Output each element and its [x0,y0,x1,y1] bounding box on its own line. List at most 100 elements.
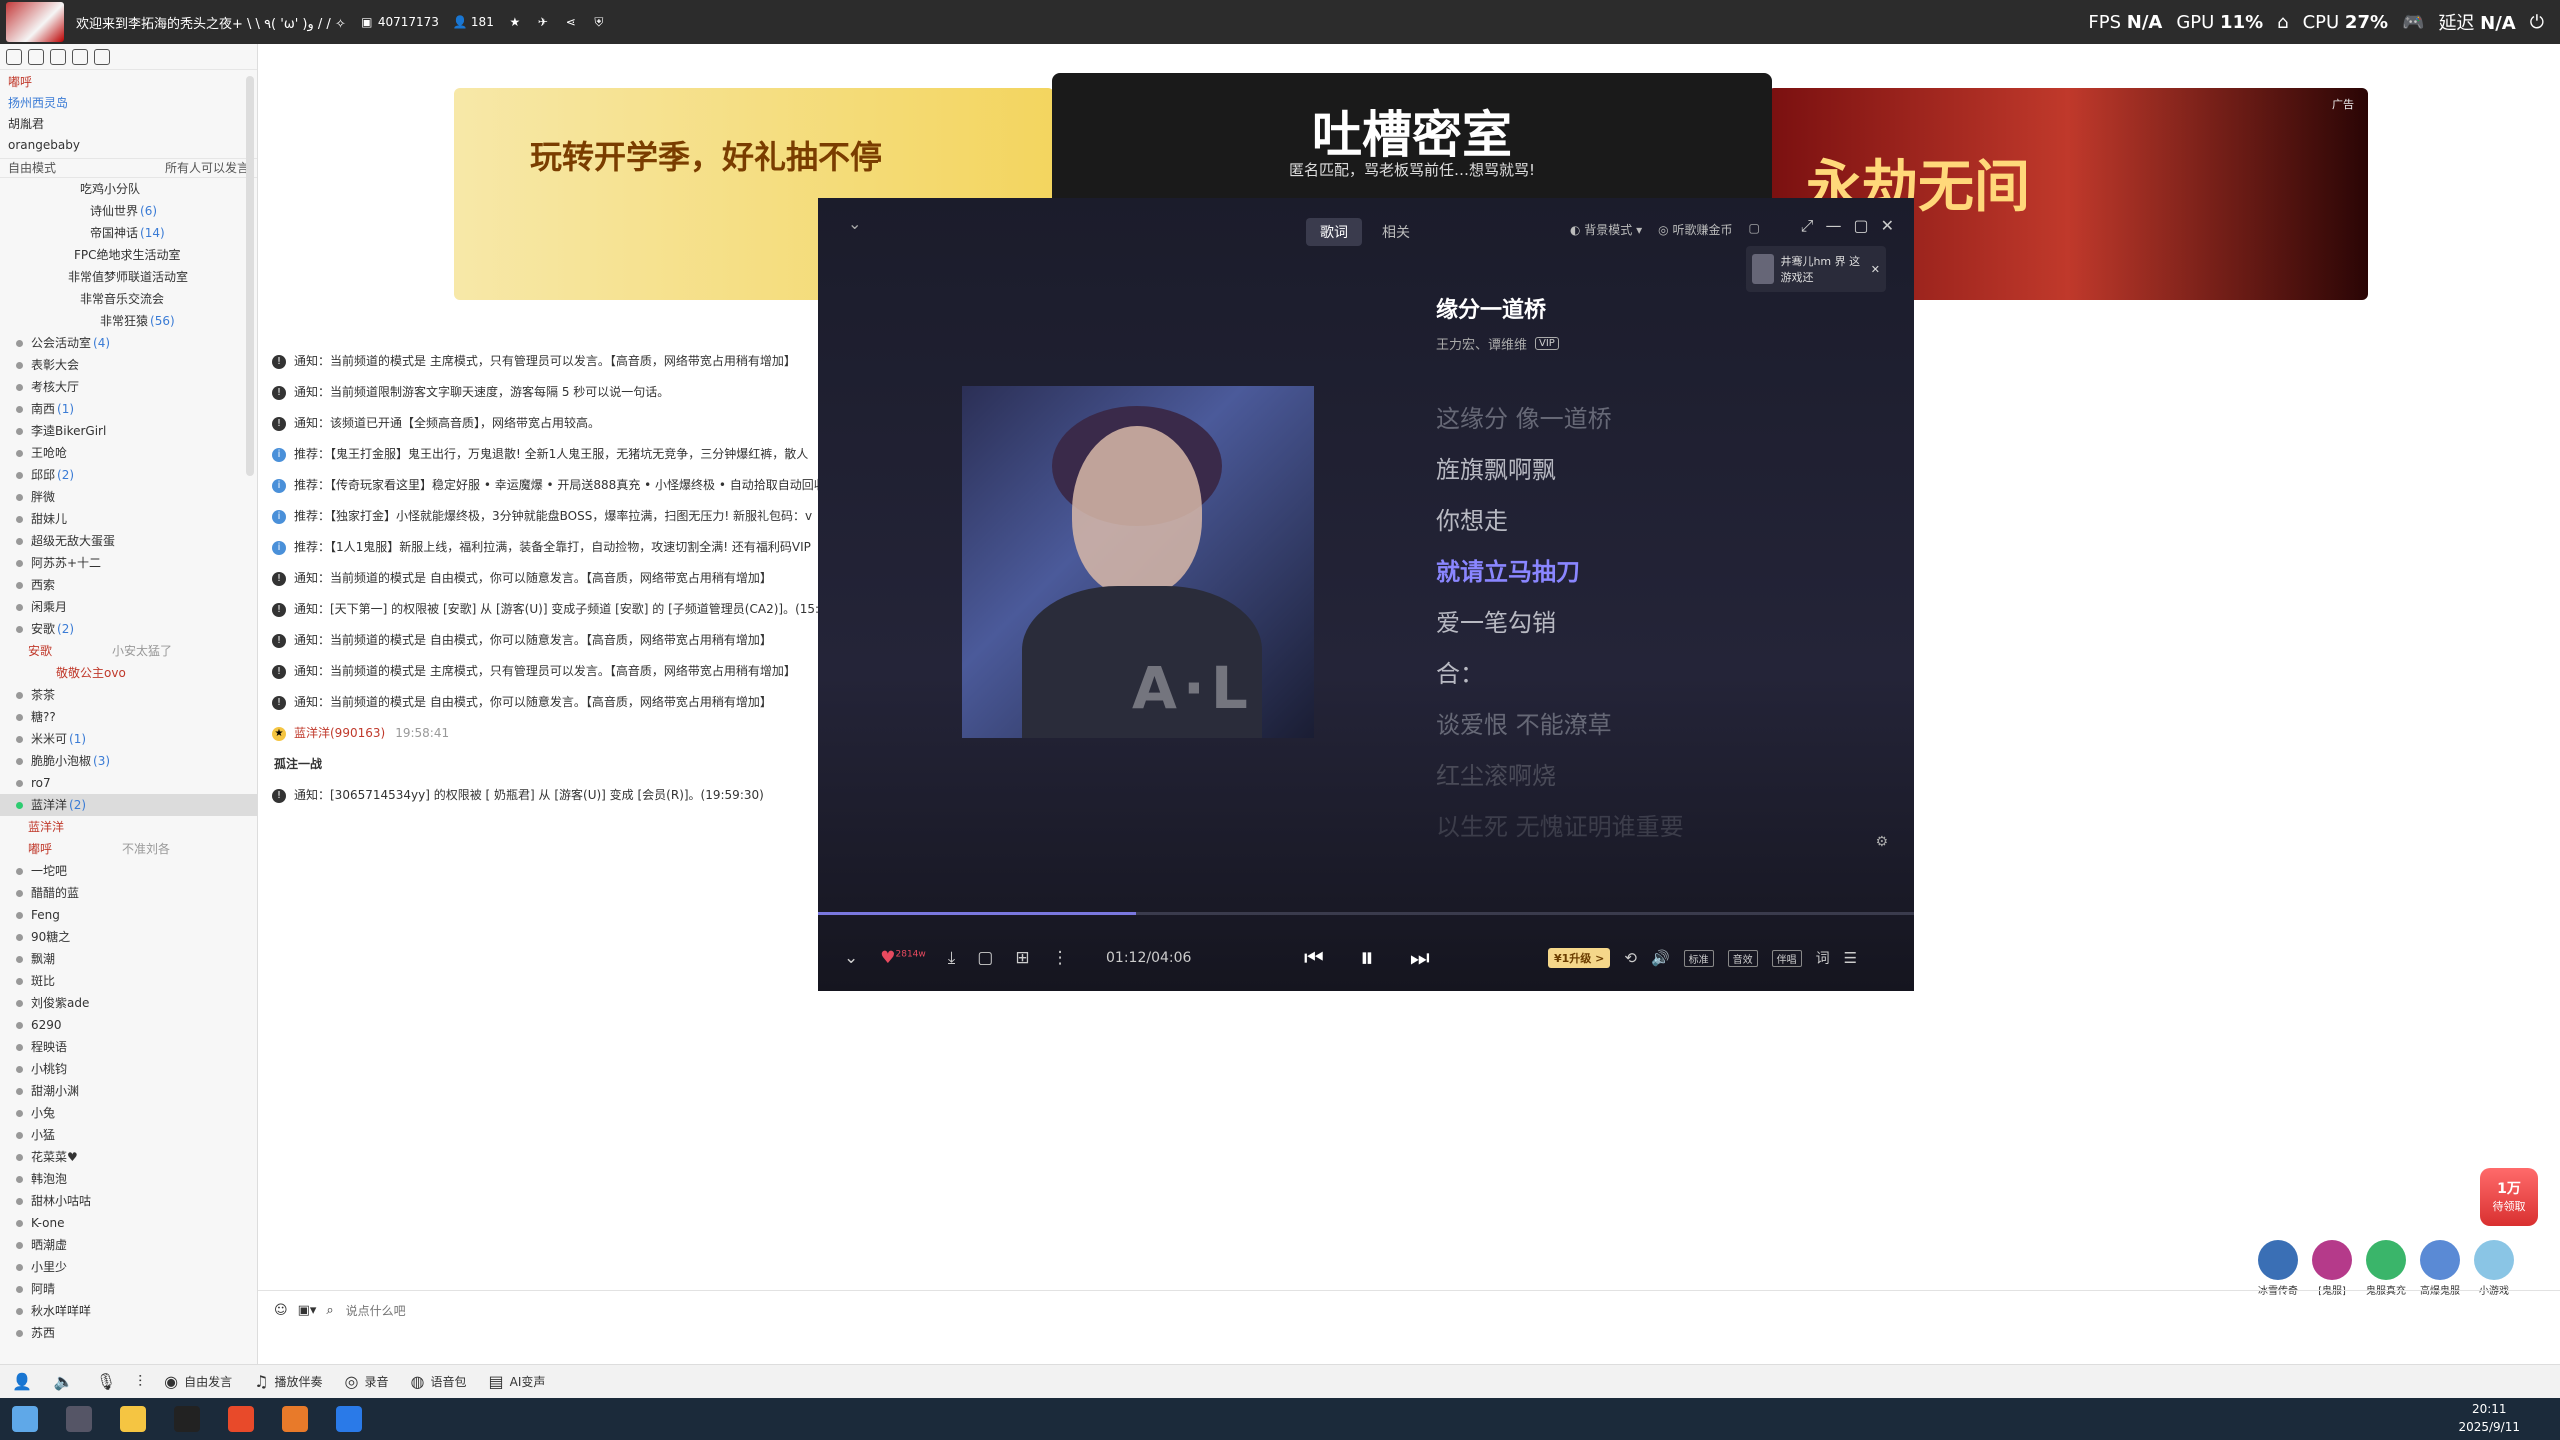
channel-item[interactable]: 闲乘月 [0,596,257,618]
channel-item[interactable]: 李逵BikerGirl [0,420,257,442]
ai-voice-button[interactable]: ▤ AI变声 [488,1372,545,1391]
record-button[interactable]: ◎ 录音 [345,1372,389,1391]
reward-badge[interactable]: 1万 待领取 [2480,1168,2538,1226]
channel-item[interactable]: 醋醋的蓝 [0,882,257,904]
sidebar-scrollbar[interactable] [246,76,254,476]
tab-related[interactable]: 相关 [1368,218,1424,246]
person-icon[interactable]: 👤 [12,1372,32,1391]
tree-item[interactable]: 诗仙世界 (6) [0,200,257,222]
taskbar-app[interactable] [228,1406,254,1432]
channel-member[interactable]: 蓝洋洋 [0,816,257,838]
download-icon[interactable]: ⤓ [948,948,956,968]
tree-item[interactable]: 非常值梦师联道活动室 [0,266,257,288]
channel-item[interactable]: 茶茶 [0,684,257,706]
chat-input[interactable] [343,1302,844,1319]
previous-icon[interactable]: ⏮ [1304,946,1324,971]
song-artists[interactable]: 王力宏、谭维维 [1436,334,1527,353]
channel-item[interactable]: 安歌 (2) [0,618,257,640]
close-icon[interactable]: ✕ [1871,263,1880,276]
fullscreen-icon[interactable]: ⤢ [1801,216,1814,236]
channel-item[interactable]: 小兔 [0,1102,257,1124]
channel-item[interactable]: 王呛呛 [0,442,257,464]
user-manage-icon[interactable] [6,48,22,65]
effects-button[interactable]: 音效 [1727,949,1758,967]
channel-item-selected[interactable]: 蓝洋洋 (2) [0,794,257,816]
volume-icon[interactable]: 🔊 [1651,949,1670,967]
system-clock[interactable]: 20:11 2025/9/11 [2458,1400,2520,1436]
channel-item[interactable]: 90糖之 [0,926,257,948]
next-icon[interactable]: ⏭ [1410,946,1430,971]
mini-notification[interactable]: 井骞儿hm 界 这游戏还 ✕ [1746,246,1886,292]
channel-avatar[interactable] [6,2,64,42]
loop-icon[interactable]: ⟲ [1624,949,1637,967]
tree-item[interactable]: 吃鸡小分队 [0,178,257,200]
accompany-button[interactable]: 伴唱 [1771,949,1802,967]
taskbar-app[interactable] [120,1406,146,1432]
channel-item[interactable]: 苏西 [0,1322,257,1344]
queue-user[interactable]: orangebaby [8,135,249,156]
channel-item[interactable]: 米米可 (1) [0,728,257,750]
channel-item[interactable]: 花菜菜♥ [0,1146,257,1168]
home-icon[interactable]: ⌂ [2277,12,2288,33]
channel-item[interactable]: 阿苏苏+十二 [0,552,257,574]
playlist-icon[interactable]: ☰ [1844,949,1857,967]
tree-item[interactable]: FPC绝地求生活动室 [0,244,257,266]
game-item[interactable]: 冰雪传奇 [2256,1240,2300,1297]
search-icon[interactable]: ⌕ [326,1303,333,1318]
search-icon[interactable] [94,48,110,65]
upgrade-button[interactable]: ¥1升级 > [1548,948,1611,968]
progress-bar[interactable] [818,912,1914,915]
play-accompaniment-button[interactable]: ♫ 播放伴奏 [254,1372,322,1391]
tree-item[interactable]: 非常音乐交流会 [0,288,257,310]
earn-coins-button[interactable]: ◎ 听歌赚金币 [1658,221,1732,238]
channel-item[interactable]: 飘潮 [0,948,257,970]
channel-item[interactable]: 刘俊紫ade [0,992,257,1014]
channel-item[interactable]: 斑比 [0,970,257,992]
emoji-icon[interactable]: ☺ [274,1303,288,1318]
comment-icon[interactable]: ▢ [977,948,993,968]
channel-item[interactable]: 表彰大会 [0,354,257,376]
gamepad-icon[interactable]: 🎮 [2402,12,2424,33]
channel-item[interactable]: 糖?? [0,706,257,728]
channel-item[interactable]: 韩泡泡 [0,1168,257,1190]
background-mode-button[interactable]: ◐ 背景模式 ▾ [1570,221,1642,238]
plane-icon[interactable]: ✈ [536,15,550,29]
channel-item[interactable]: 小桃钧 [0,1058,257,1080]
queue-user[interactable]: 扬州西灵岛 [8,93,249,114]
queue-user[interactable]: 嘟呼 [8,72,249,93]
more-icon[interactable]: ⋮ [1052,948,1069,968]
channel-item[interactable]: 阿晴 [0,1278,257,1300]
channel-item[interactable]: 程映语 [0,1036,257,1058]
channel-item[interactable]: K-one [0,1212,257,1234]
tree-item[interactable]: 帝国神话 (14) [0,222,257,244]
channel-item[interactable]: 6290 [0,1014,257,1036]
channel-item[interactable]: 西索 [0,574,257,596]
task-view-icon[interactable] [66,1406,92,1432]
star-icon[interactable]: ★ [508,15,522,29]
channel-item[interactable]: 胖微 [0,486,257,508]
lyric-settings-icon[interactable]: ⚙ [1875,834,1888,850]
taskbar-app[interactable] [282,1406,308,1432]
channel-item[interactable]: 甜林小咕咕 [0,1190,257,1212]
voice-pack-button[interactable]: ◍ 语音包 [411,1372,467,1391]
minimize-icon[interactable]: — [1825,216,1841,236]
channel-member[interactable]: 安歌 小安太猛了 [0,640,257,662]
channel-item[interactable]: ro7 [0,772,257,794]
chat-bubble-icon[interactable]: ▢ [1748,221,1759,238]
channel-item[interactable]: 一坨吧 [0,860,257,882]
channel-item[interactable]: 晒潮虚 [0,1234,257,1256]
add-to-list-icon[interactable]: ⊞ [1015,948,1029,968]
channel-item[interactable]: 秋水咩咩咩 [0,1300,257,1322]
free-speak-button[interactable]: ◉ 自由发言 [164,1372,232,1391]
shield-icon[interactable]: ⛨ [592,15,606,29]
channel-item[interactable]: 考核大厅 [0,376,257,398]
like-icon[interactable]: ♥2814w [880,948,926,968]
mode-bar[interactable]: 自由模式 所有人可以发言 [0,158,257,178]
taskbar-app[interactable] [174,1406,200,1432]
mic-icon[interactable]: 🎙 [96,1372,116,1391]
channel-item[interactable]: 甜妹儿 [0,508,257,530]
collapse-icon[interactable]: ⌄ [848,214,861,233]
channel-member[interactable]: 敬敬公主ovo [0,662,257,684]
channel-item[interactable]: 小猛 [0,1124,257,1146]
quality-button[interactable]: 标准 [1683,949,1714,967]
